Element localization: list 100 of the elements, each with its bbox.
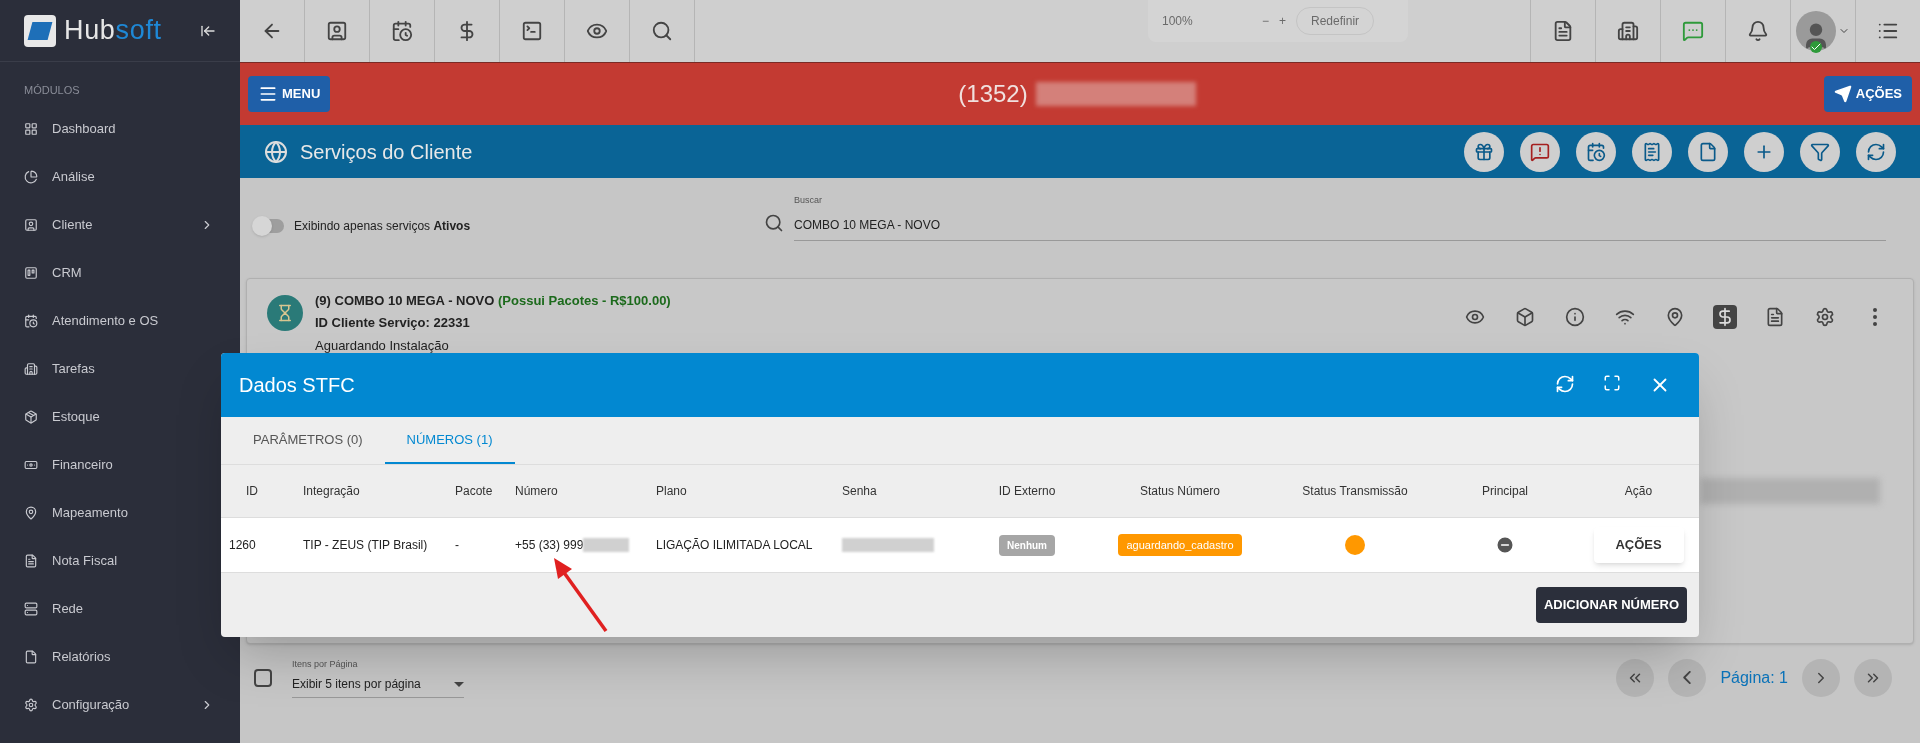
sidebar-item-label: Relatórios [52, 647, 111, 666]
pie-chart-icon [24, 169, 38, 184]
menu-button[interactable]: MENU [248, 76, 331, 112]
column-header: Principal [1481, 483, 1529, 500]
filter-icon [1810, 141, 1830, 162]
sidebar-item[interactable]: Financeiro [0, 440, 218, 489]
field-label: Buscar [794, 194, 823, 207]
globe-icon [264, 139, 288, 164]
fullscreen-icon[interactable] [1603, 374, 1621, 392]
zoom-value: 100% [1162, 13, 1194, 30]
column-header: Status Transmissão [1301, 483, 1409, 500]
first-page-button[interactable] [1616, 658, 1655, 697]
header-action-button[interactable] [1744, 131, 1784, 172]
sidebar-item-label: Atendimento e OS [52, 311, 159, 330]
more-icon [1873, 307, 1877, 326]
sidebar-item[interactable]: Análise [0, 152, 218, 201]
sidebar-item[interactable]: Configuração [0, 680, 218, 729]
toggle-label: Exibindo apenas serviços Ativos [294, 217, 472, 235]
settings-icon [24, 697, 38, 712]
sidebar-item[interactable]: Cliente [0, 200, 218, 249]
refresh-icon [1866, 141, 1886, 162]
sidebar-item[interactable]: Mapeamento [0, 488, 218, 537]
calendar-clock-icon [1586, 141, 1606, 162]
header-action-button[interactable] [1632, 131, 1672, 172]
chevron-left-icon [1683, 671, 1692, 685]
table-cell-text: LIGAÇÃO ILIMITADA LOCAL [656, 537, 814, 554]
sidebar-item[interactable]: Nota Fiscal [0, 536, 218, 585]
header-action-button[interactable] [1520, 131, 1560, 172]
receipt-icon [1642, 141, 1662, 162]
document-icon [1765, 306, 1785, 327]
sidebar-item[interactable]: Tarefas [0, 344, 218, 393]
building-icon [24, 361, 38, 376]
column-header: Ação [1623, 483, 1654, 500]
last-page-button[interactable] [1854, 658, 1892, 697]
contact-card-icon [326, 20, 348, 42]
previous-page-button[interactable] [1668, 658, 1707, 697]
header-action-button[interactable] [1576, 131, 1616, 172]
gift-icon [1474, 141, 1494, 162]
zoom-out-button[interactable]: − [1262, 12, 1269, 30]
header-action-button[interactable] [1856, 131, 1896, 172]
file-icon [1698, 141, 1718, 162]
column-header: Status Número [1138, 483, 1221, 500]
table-cell-text: 1260 [228, 537, 257, 554]
header-action-button[interactable] [1800, 131, 1840, 172]
sidebar-item-label: Cliente [52, 215, 93, 234]
table-cell-text: +55 (33) 999 [515, 537, 584, 554]
zoom-in-button[interactable]: + [1279, 12, 1287, 30]
actions-button[interactable]: AÇÕES [1823, 76, 1912, 112]
service-id: ID Cliente Serviço: 22331 [315, 314, 471, 332]
sidebar-item-label: Mapeamento [52, 503, 128, 522]
search-icon [764, 212, 784, 233]
header-action-button[interactable] [1688, 131, 1728, 172]
table-cell-text: - [455, 537, 460, 554]
contact-card-icon [24, 217, 38, 232]
calendar-clock-icon [24, 313, 38, 328]
page-indicator: Página: 1 [1720, 667, 1788, 688]
row-actions-button[interactable]: AÇÕES [1593, 527, 1684, 563]
toggle-switch[interactable] [254, 218, 284, 233]
column-header: Pacote [455, 483, 494, 500]
service-title: (9) COMBO 10 MEGA - NOVO (Possui Pacotes - R$100.00) [315, 291, 671, 310]
section-label: MÓDULOS [23, 83, 81, 98]
per-page-select[interactable]: Itens por Página Exibir 5 itens por página [292, 657, 464, 698]
map-pin-icon [24, 505, 38, 520]
package-icon [24, 409, 38, 424]
bell-icon [1747, 20, 1769, 42]
info-icon [1565, 306, 1585, 327]
sidebar-item-label: Financeiro [52, 455, 113, 474]
document-icon [24, 553, 38, 568]
sidebar-item[interactable]: Rede [0, 584, 218, 633]
add-number-button[interactable]: ADICIONAR NÚMERO [1535, 587, 1687, 623]
column-header: Senha [842, 483, 878, 500]
search-field[interactable]: Buscar COMBO 10 MEGA - NOVO [794, 194, 1886, 241]
send-icon [1833, 85, 1852, 103]
sidebar-item[interactable]: Atendimento e OS [0, 296, 218, 345]
sidebar-item-label: Análise [52, 167, 95, 186]
sidebar-item[interactable]: Estoque [0, 392, 218, 441]
header-action-button[interactable] [1464, 131, 1504, 172]
hourglass-icon [267, 294, 303, 331]
modal-title: Dados STFC [239, 373, 355, 398]
server-icon [24, 601, 38, 616]
page-title: Serviços do Cliente [300, 139, 473, 165]
sidebar-item-label: Rede [52, 599, 84, 618]
sidebar-item[interactable]: Relatórios [0, 632, 218, 681]
grid-icon [24, 121, 38, 136]
service-status: Aguardando Instalação [315, 336, 450, 355]
select-all-checkbox[interactable] [254, 668, 272, 687]
sidebar-item[interactable]: Dashboard [0, 104, 218, 153]
search-icon [651, 20, 673, 42]
sidebar-item-label: Estoque [52, 407, 100, 426]
refresh-icon[interactable] [1555, 374, 1575, 394]
avatar-icon [1796, 11, 1836, 51]
building-icon [1617, 20, 1639, 42]
service-action-button[interactable] [1713, 304, 1737, 329]
minus-circle-icon [1495, 535, 1515, 555]
sidebar-item[interactable]: CRM [0, 248, 218, 297]
tab[interactable]: PARÂMETROS (0) [231, 417, 385, 464]
column-header: ID [245, 483, 259, 500]
sidebar-item-label: Tarefas [52, 359, 95, 378]
sidebar-item-label: Nota Fiscal [52, 551, 118, 570]
client-id: (1352) [958, 79, 1028, 109]
